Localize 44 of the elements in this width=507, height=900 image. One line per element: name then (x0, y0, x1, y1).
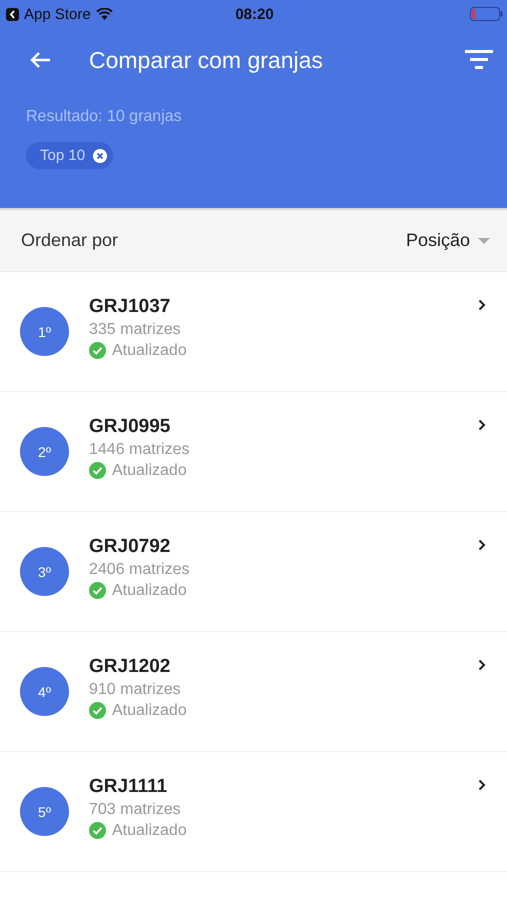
farm-row[interactable]: 2º GRJ0995 1446 matrizes Atualizado (0, 392, 507, 512)
sow-count: 703 matrizes (89, 800, 182, 818)
status-text: Atualizado (112, 342, 187, 360)
sow-count: 2406 matrizes (89, 560, 190, 578)
farm-code: GRJ1111 (89, 776, 168, 798)
result-count: Resultado: 10 granjas (26, 108, 183, 126)
remove-icon[interactable] (93, 148, 108, 162)
farm-row[interactable]: 3º GRJ0792 2406 matrizes Atualizado (0, 512, 507, 632)
farm-code: GRJ0995 (89, 416, 172, 438)
rank-badge: 5º (20, 787, 69, 836)
status-text: Atualizado (112, 822, 187, 840)
farm-row[interactable]: 4º GRJ1202 910 matrizes Atualizado (0, 632, 507, 752)
page-title: Comparar com granjas (89, 46, 324, 74)
rank-badge: 3º (20, 547, 69, 596)
sort-dropdown[interactable]: Posição (406, 230, 490, 251)
chevron-icon (478, 419, 486, 431)
chevron-icon (478, 539, 486, 551)
rank-badge: 4º (20, 667, 69, 716)
clock-time: 08:20 (235, 6, 274, 22)
sow-count: 1446 matrizes (89, 440, 190, 458)
status-text: Atualizado (112, 462, 187, 480)
rank-badge: 1º (20, 307, 69, 356)
filter-icon[interactable] (465, 50, 493, 70)
sort-label: Ordenar por (21, 230, 118, 251)
status-text: Atualizado (112, 582, 187, 600)
farm-code: GRJ1037 (89, 296, 172, 318)
caret-icon (478, 238, 490, 244)
farm-code: GRJ0792 (89, 536, 172, 558)
chevron-icon (478, 659, 486, 671)
farm-row[interactable]: 1º GRJ1037 335 matrizes Atualizado (0, 272, 507, 392)
wifi-icon (96, 8, 113, 20)
sow-count: 910 matrizes (89, 680, 182, 698)
back-arrow-icon[interactable] (29, 51, 51, 69)
sow-count: 335 matrizes (89, 320, 182, 338)
battery-icon (470, 7, 503, 21)
chevron-icon (478, 779, 486, 791)
status-text: Atualizado (112, 702, 187, 720)
farm-row[interactable]: 5º GRJ1111 703 matrizes Atualizado (0, 752, 507, 872)
back-app-icon[interactable] (6, 8, 19, 20)
farm-code: GRJ1202 (89, 656, 172, 678)
rank-badge: 2º (20, 427, 69, 476)
filter-chip[interactable]: Top 10 (26, 142, 114, 169)
back-app-label[interactable]: App Store (24, 6, 91, 22)
chevron-icon (478, 299, 486, 311)
